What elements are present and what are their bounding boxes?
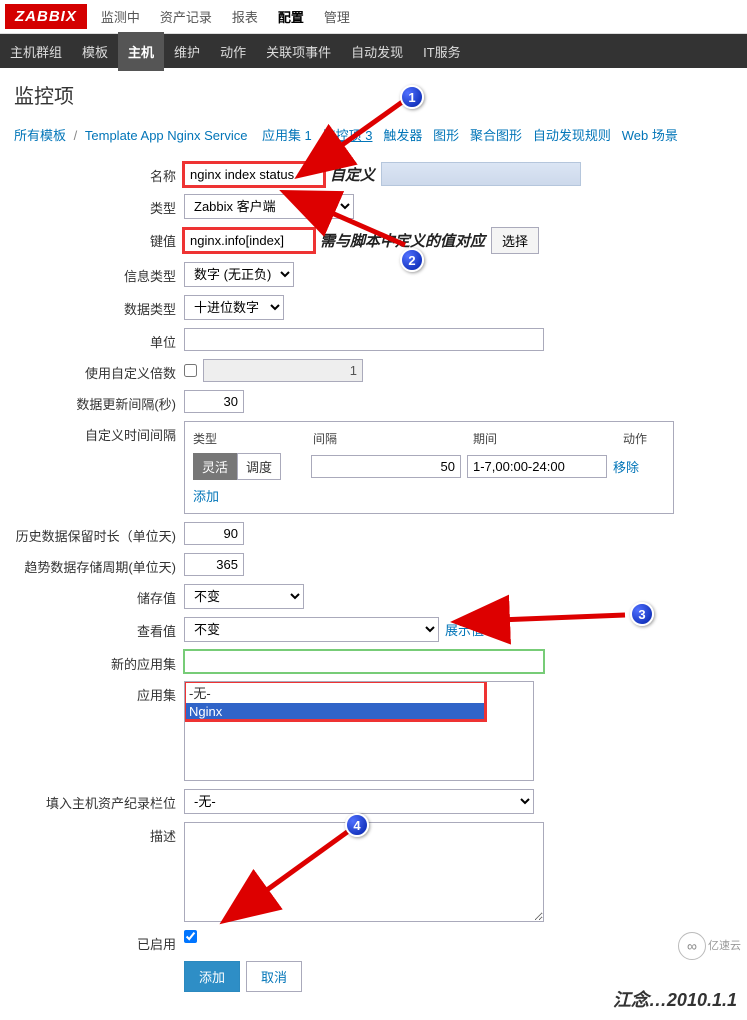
unit-input[interactable]: [184, 328, 544, 351]
custom-mult-checkbox[interactable]: [184, 364, 197, 377]
submenu-correlation[interactable]: 关联项事件: [256, 32, 341, 71]
submenu: 主机群组 模板 主机 维护 动作 关联项事件 自动发现 IT服务: [0, 32, 471, 71]
interval-tab-sched[interactable]: 调度: [237, 453, 281, 480]
bc-all-templates[interactable]: 所有模板: [14, 128, 66, 143]
int-h-action: 动作: [623, 430, 663, 447]
unit-label: 单位: [14, 328, 184, 351]
badge-4: 4: [345, 813, 369, 837]
name-input[interactable]: [184, 163, 324, 186]
topmenu-administration[interactable]: 管理: [322, 1, 352, 32]
enabled-checkbox[interactable]: [184, 930, 197, 943]
interval-period-input[interactable]: [467, 455, 607, 478]
type-label: 类型: [14, 194, 184, 217]
form: 名称 自定义 类型 Zabbix 客户端 键值 需与脚本中定义的值对应 选择 信…: [0, 152, 747, 1020]
show-value-select[interactable]: 不变: [184, 617, 439, 642]
bc-items[interactable]: 监控项 3: [323, 128, 373, 143]
interval-value-input[interactable]: [311, 455, 461, 478]
key-input[interactable]: [184, 229, 314, 252]
logo: ZABBIX: [5, 4, 87, 29]
submenu-hostgroups[interactable]: 主机群组: [0, 32, 72, 71]
key-select-button[interactable]: 选择: [491, 227, 539, 254]
info-type-label: 信息类型: [14, 262, 184, 285]
topmenu: 监测中 资产记录 报表 配置 管理: [99, 1, 352, 32]
name-annotation: 自定义: [330, 164, 375, 185]
bc-triggers[interactable]: 触发器: [383, 128, 422, 143]
custom-mult-input: [203, 359, 363, 382]
trend-label: 趋势数据存储周期(单位天): [14, 553, 184, 576]
bc-template[interactable]: Template App Nginx Service: [85, 128, 248, 143]
enabled-label: 已启用: [14, 930, 184, 953]
interval-remove-link[interactable]: 移除: [613, 457, 639, 476]
desc-textarea[interactable]: [184, 822, 544, 922]
badge-3: 3: [630, 602, 654, 626]
custom-mult-label: 使用自定义倍数: [14, 359, 184, 382]
topbar: ZABBIX 监测中 资产记录 报表 配置 管理: [0, 0, 747, 34]
data-type-label: 数据类型: [14, 295, 184, 318]
app-listbox[interactable]: -无- Nginx: [184, 681, 534, 781]
add-button[interactable]: 添加: [184, 961, 240, 992]
history-input[interactable]: [184, 522, 244, 545]
app-option-none[interactable]: -无-: [185, 682, 485, 703]
custom-interval-label: 自定义时间间隔: [14, 421, 184, 444]
topmenu-reports[interactable]: 报表: [230, 1, 260, 32]
history-label: 历史数据保留时长（单位天): [14, 522, 184, 545]
submenu-actions[interactable]: 动作: [210, 32, 256, 71]
update-interval-label: 数据更新间隔(秒): [14, 390, 184, 413]
watermark-text: 江念…2010.1.1: [613, 986, 737, 1012]
type-select[interactable]: Zabbix 客户端: [184, 194, 354, 219]
store-select[interactable]: 不变: [184, 584, 304, 609]
page-root: ZABBIX 监测中 资产记录 报表 配置 管理 主机群组 模板 主机 维护 动…: [0, 0, 747, 1020]
interval-tab-flex[interactable]: 灵活: [193, 453, 237, 480]
show-value-mapping-link[interactable]: 展示值映射: [445, 620, 510, 639]
new-app-input[interactable]: [184, 650, 544, 673]
interval-add-link[interactable]: 添加: [193, 489, 219, 504]
trend-input[interactable]: [184, 553, 244, 576]
bc-web[interactable]: Web 场景: [622, 128, 678, 143]
info-type-select[interactable]: 数字 (无正负): [184, 262, 294, 287]
int-h-period: 期间: [473, 430, 623, 447]
page-title: 监控项: [0, 68, 747, 117]
app-label: 应用集: [14, 681, 184, 704]
store-label: 储存值: [14, 584, 184, 607]
new-app-label: 新的应用集: [14, 650, 184, 673]
cancel-button[interactable]: 取消: [246, 961, 302, 992]
key-annotation: 需与脚本中定义的值对应: [320, 230, 485, 251]
submenu-templates[interactable]: 模板: [72, 32, 118, 71]
subbar: 主机群组 模板 主机 维护 动作 关联项事件 自动发现 IT服务: [0, 34, 747, 68]
submenu-maintenance[interactable]: 维护: [164, 32, 210, 71]
watermark-yisu: ∞亿速云: [678, 932, 741, 960]
desc-label: 描述: [14, 822, 184, 845]
bc-graphs[interactable]: 图形: [433, 128, 459, 143]
update-interval-input[interactable]: [184, 390, 244, 413]
name-label: 名称: [14, 162, 184, 185]
data-type-select[interactable]: 十进位数字: [184, 295, 284, 320]
bc-applications[interactable]: 应用集 1: [262, 128, 312, 143]
submenu-hosts[interactable]: 主机: [118, 32, 164, 71]
badge-2: 2: [400, 248, 424, 272]
submenu-discovery[interactable]: 自动发现: [341, 32, 413, 71]
topmenu-monitoring[interactable]: 监测中: [99, 1, 142, 32]
badge-1: 1: [400, 85, 424, 109]
submenu-itservices[interactable]: IT服务: [413, 32, 471, 71]
show-value-label: 查看值: [14, 617, 184, 640]
inventory-label: 填入主机资产纪录栏位: [14, 789, 184, 812]
app-option-nginx[interactable]: Nginx: [185, 703, 485, 720]
key-label: 键值: [14, 227, 184, 250]
bc-screens[interactable]: 聚合图形: [470, 128, 522, 143]
inventory-select[interactable]: -无-: [184, 789, 534, 814]
int-h-type: 类型: [193, 430, 313, 447]
bc-discovery[interactable]: 自动发现规则: [533, 128, 611, 143]
topmenu-configuration[interactable]: 配置: [276, 1, 306, 32]
breadcrumb: 所有模板 / Template App Nginx Service 应用集 1 …: [0, 117, 747, 152]
interval-box: 类型 间隔 期间 动作 灵活 调度 移除 添加: [184, 421, 674, 514]
int-h-interval: 间隔: [313, 430, 473, 447]
topmenu-inventory[interactable]: 资产记录: [158, 1, 214, 32]
